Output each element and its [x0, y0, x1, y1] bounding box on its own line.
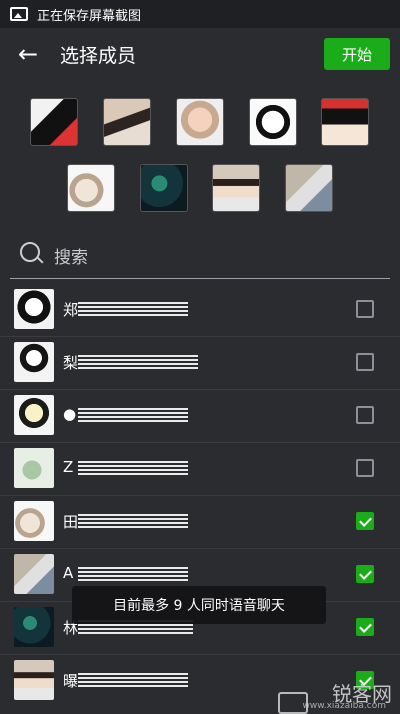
contact-name: 田: [63, 513, 79, 531]
list-item[interactable]: 梨: [0, 337, 400, 390]
selected-avatar[interactable]: [285, 164, 333, 212]
avatar: [14, 554, 54, 594]
contact-name: A: [63, 564, 74, 582]
select-checkbox[interactable]: [356, 459, 374, 477]
redacted-name: [78, 302, 188, 316]
status-bar: 正在保存屏幕截图: [0, 0, 400, 28]
search-input[interactable]: 搜索: [54, 243, 88, 268]
avatar: [14, 342, 54, 382]
watermark-sub: www.xiazaiba.com: [302, 701, 386, 711]
list-item[interactable]: 郑: [0, 284, 400, 337]
selected-avatar[interactable]: [176, 98, 224, 146]
redacted-name: [78, 461, 188, 475]
selected-avatar[interactable]: [140, 164, 188, 212]
avatar: [14, 448, 54, 488]
redacted-name: [78, 514, 188, 528]
select-checkbox[interactable]: [356, 406, 374, 424]
selected-avatar[interactable]: [321, 98, 369, 146]
redacted-name: [78, 355, 198, 369]
avatar: [14, 395, 54, 435]
select-checkbox[interactable]: [356, 300, 374, 318]
search-bar[interactable]: 搜索: [10, 232, 390, 279]
selected-avatar[interactable]: [67, 164, 115, 212]
toast-message: 目前最多 9 人同时语音聊天: [72, 586, 326, 624]
avatar: [14, 501, 54, 541]
start-button[interactable]: 开始: [324, 38, 390, 70]
avatar: [14, 607, 54, 647]
search-icon: [20, 242, 46, 268]
selected-avatar[interactable]: [249, 98, 297, 146]
avatar: [14, 289, 54, 329]
contact-name: Z: [63, 458, 74, 476]
contact-name: 梨: [63, 354, 79, 372]
image-icon: [10, 7, 28, 21]
contact-name: ●: [63, 405, 77, 423]
top-bar: ← 选择成员 开始: [0, 28, 400, 80]
list-item[interactable]: Z: [0, 443, 400, 496]
contact-name: 曝: [63, 672, 79, 690]
select-checkbox[interactable]: [356, 512, 374, 530]
selected-members-grid: [0, 88, 400, 228]
selected-avatar[interactable]: [212, 164, 260, 212]
selected-avatar[interactable]: [103, 98, 151, 146]
page-title: 选择成员: [60, 44, 137, 67]
select-checkbox[interactable]: [356, 618, 374, 636]
back-arrow-icon[interactable]: ←: [8, 34, 48, 74]
list-item[interactable]: 田: [0, 496, 400, 549]
contact-name: 郑: [63, 301, 79, 319]
status-text: 正在保存屏幕截图: [37, 8, 142, 24]
select-checkbox[interactable]: [356, 353, 374, 371]
list-item[interactable]: ●: [0, 390, 400, 443]
selected-avatar[interactable]: [30, 98, 78, 146]
redacted-name: [78, 673, 188, 687]
redacted-name: [78, 567, 188, 581]
avatar: [14, 660, 54, 700]
redacted-name: [78, 408, 188, 422]
select-checkbox[interactable]: [356, 565, 374, 583]
